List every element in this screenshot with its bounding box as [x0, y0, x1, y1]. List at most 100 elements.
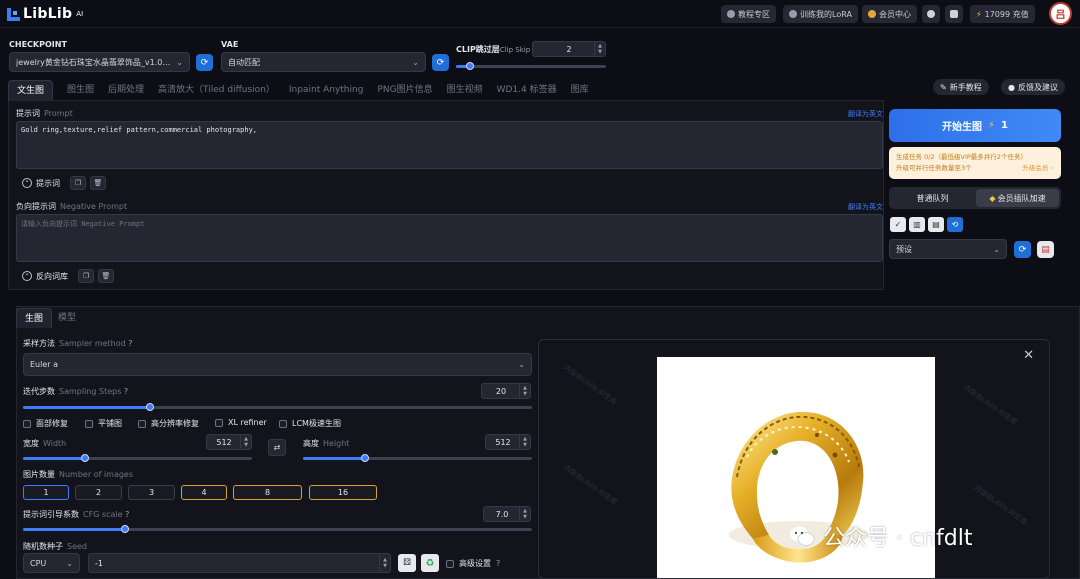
tab-inpaint-anything[interactable]: Inpaint Anything	[289, 80, 364, 100]
vae-select[interactable]: 自动匹配 ⌄	[221, 52, 426, 72]
num-images-2[interactable]: 2	[75, 485, 122, 500]
dice-icon[interactable]: ⚄	[398, 554, 416, 572]
height-slider[interactable]	[303, 454, 532, 462]
member-center-button[interactable]: 会员中心	[862, 5, 917, 23]
help-icon[interactable]: ?	[125, 510, 129, 519]
xl-refiner-label: XL refiner	[228, 418, 267, 427]
seed-device-select[interactable]: CPU ⌄	[23, 553, 80, 573]
newbie-tutorial-button[interactable]: ✎ 新手教程	[933, 79, 989, 95]
hires-fix-checkbox[interactable]: 高分辨率修复	[138, 418, 199, 429]
clipboard-icon[interactable]: ▤	[928, 217, 944, 232]
refresh-preset-button[interactable]: ⟳	[1014, 241, 1031, 258]
steps-slider[interactable]	[23, 403, 532, 411]
height-input[interactable]: 512 ▲ ▼	[485, 434, 531, 450]
vip-queue-button[interactable]: ◆ 会员插队加速	[976, 189, 1059, 207]
logo[interactable]: LibLib AI	[7, 6, 83, 22]
notification-button[interactable]	[922, 5, 940, 23]
stepper-icon[interactable]: ▲ ▼	[594, 42, 605, 56]
num-images-3[interactable]: 3	[128, 485, 175, 500]
message-button[interactable]	[945, 5, 963, 23]
tab-png-info[interactable]: PNG图片信息	[377, 80, 432, 100]
help-icon[interactable]: ?	[128, 339, 132, 348]
stepper-icon[interactable]: ▲ ▼	[519, 507, 530, 521]
chevron-up-icon[interactable]: ⌃	[22, 178, 32, 188]
stepper-icon[interactable]: ▲ ▼	[519, 435, 530, 449]
tab-wd14-tagger[interactable]: WD1.4 标签器	[497, 80, 557, 100]
upgrade-link[interactable]: 升级会员 ›	[1022, 163, 1053, 174]
translate-prompt-link[interactable]: 翻译为英文	[848, 109, 883, 119]
width-input[interactable]: 512 ▲ ▼	[206, 434, 252, 450]
copy-icon[interactable]: ❐	[78, 269, 94, 283]
num-images-8[interactable]: 8	[233, 485, 302, 500]
tiling-checkbox[interactable]: 平铺图	[85, 418, 122, 429]
xl-refiner-checkbox[interactable]: XL refiner	[215, 418, 267, 427]
close-icon[interactable]: ✕	[1023, 348, 1034, 363]
recycle-icon[interactable]: ♻	[421, 554, 439, 572]
tab-postprocess[interactable]: 后期处理	[108, 80, 144, 100]
refresh-style-icon[interactable]: ⟲	[947, 217, 963, 232]
chat-icon: ●	[1008, 82, 1015, 92]
trash-icon[interactable]: 🗑	[98, 269, 114, 283]
checkpoint-select[interactable]: jewelry黄金钻石珠宝水晶翡翠饰品_v1.0.safeten ⌄	[9, 52, 190, 72]
tutorial-label: 教程专区	[738, 9, 770, 19]
translate-negative-link[interactable]: 翻译为英文	[848, 202, 883, 212]
refresh-checkpoint-button[interactable]: ⟳	[196, 54, 213, 71]
trash-icon[interactable]: 🗑	[90, 176, 106, 190]
preset-select[interactable]: 预设 ⌄	[889, 239, 1007, 259]
checkpoint-label: CHECKPOINT	[9, 40, 67, 49]
save-preset-button[interactable]: ▤	[1037, 241, 1054, 258]
tab-generate[interactable]: 生图	[16, 308, 53, 328]
tutorial-button[interactable]: 教程专区	[721, 5, 776, 23]
tab-txt2img[interactable]: 文生图	[8, 80, 54, 100]
width-label-en: Width	[43, 439, 67, 448]
chevron-up-icon[interactable]: ⌃	[22, 271, 32, 281]
lcm-checkbox[interactable]: LCM极速生图	[279, 418, 341, 429]
clip-skip-slider[interactable]	[456, 62, 606, 70]
clip-skip-label: CLIP跳过层Clip Skip	[456, 44, 530, 55]
help-icon[interactable]: ?	[124, 387, 128, 396]
tab-img2video[interactable]: 图生视频	[447, 80, 483, 100]
wand-icon: ✎	[940, 82, 947, 92]
delete-style-icon[interactable]: ▥	[909, 217, 925, 232]
num-images-4[interactable]: 4	[181, 485, 227, 500]
check-icon[interactable]: ✓	[890, 217, 906, 232]
prompt-tool-label[interactable]: 提示词	[36, 178, 60, 189]
help-icon[interactable]: ?	[496, 559, 500, 568]
width-slider[interactable]	[23, 454, 252, 462]
refresh-vae-button[interactable]: ⟳	[432, 54, 449, 71]
advanced-settings-checkbox[interactable]: 高级设置?	[446, 558, 500, 569]
tab-img2img[interactable]: 图生图	[67, 80, 94, 100]
cfg-input[interactable]: 7.0 ▲ ▼	[483, 506, 531, 522]
swap-size-icon[interactable]: ⇄	[268, 439, 286, 456]
member-center-label: 会员中心	[879, 9, 911, 19]
num-images-16[interactable]: 16	[309, 485, 377, 500]
negative-prompt-input[interactable]: 请输入负向提示词 Negative Prompt	[16, 214, 883, 262]
negative-tool-label[interactable]: 反向词库	[36, 271, 68, 282]
tab-gallery[interactable]: 图库	[571, 80, 589, 100]
prompt-input[interactable]: Gold ring,texture,relief pattern,commerc…	[16, 121, 883, 169]
prompt-label: 提示词 Prompt	[16, 108, 73, 119]
stepper-icon[interactable]: ▲ ▼	[519, 384, 530, 398]
num-images-1[interactable]: 1	[23, 485, 69, 500]
tab-model[interactable]: 模型	[58, 308, 76, 328]
clip-skip-title: CLIP跳过层	[456, 45, 500, 54]
cfg-slider[interactable]	[23, 525, 532, 533]
stepper-icon[interactable]: ▲ ▼	[379, 554, 390, 572]
normal-queue-button[interactable]: 普通队列	[891, 189, 974, 207]
tab-tiled-diffusion[interactable]: 高清放大（Tiled diffusion）	[158, 80, 275, 100]
feedback-button[interactable]: ● 反馈及建议	[1001, 79, 1065, 95]
clip-skip-input[interactable]: 2 ▲ ▼	[532, 41, 606, 57]
diamond-icon: ◆	[989, 193, 996, 203]
credits-button[interactable]: ⚡ 17099 充值	[970, 5, 1035, 23]
generate-cost: 1	[1001, 120, 1008, 131]
face-restore-checkbox[interactable]: 面部修复	[23, 418, 68, 429]
stepper-icon[interactable]: ▲ ▼	[240, 435, 251, 449]
seed-device-value: CPU	[30, 558, 47, 568]
sampler-select[interactable]: Euler a ⌄	[23, 353, 532, 376]
generate-button[interactable]: 开始生图 ⚡ 1	[889, 109, 1061, 142]
avatar[interactable]: 吕	[1049, 2, 1072, 25]
seed-input[interactable]: -1 ▲ ▼	[88, 553, 391, 573]
steps-input[interactable]: 20 ▲ ▼	[481, 383, 531, 399]
train-lora-button[interactable]: 训练我的LoRA	[783, 5, 858, 23]
copy-icon[interactable]: ❐	[70, 176, 86, 190]
